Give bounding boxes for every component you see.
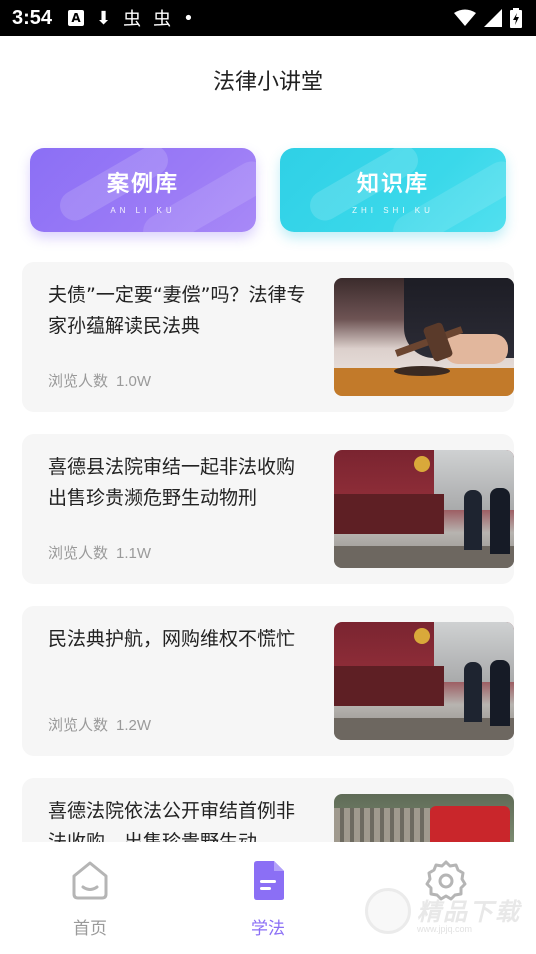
knowledge-library-pinyin: ZHI SHI KU [352, 205, 434, 215]
article-card[interactable]: 民法典护航，网购维权不慌忙 浏览人数 1.2W [22, 606, 514, 756]
article-title: 夫债”一定要“妻偿”吗？法律专家孙蕴解读民法典 [48, 284, 306, 337]
tab-study-law[interactable]: 学法 [218, 858, 318, 939]
status-system-icons [454, 8, 522, 28]
page-title: 法律小讲堂 [212, 70, 323, 95]
a-box-icon: A [68, 10, 85, 26]
case-library-pinyin: AN LI KU [110, 205, 176, 215]
home-icon [72, 861, 108, 900]
tab-study-label: 学法 [251, 919, 285, 939]
download-icon: ⬇ [96, 7, 112, 29]
article-thumbnail [334, 622, 514, 740]
article-thumbnail [334, 278, 514, 396]
article-title: 喜德县法院审结一起非法收购出售珍贵濒危野生动物刑 [48, 456, 296, 509]
status-notification-icons: A ⬇ 虫 虫 • [68, 5, 194, 31]
views-label: 浏览人数 [48, 716, 109, 734]
tab-home-label: 首页 [73, 919, 107, 939]
article-thumbnail [334, 450, 514, 568]
views-label: 浏览人数 [48, 372, 109, 390]
battery-icon [510, 8, 522, 28]
article-list[interactable]: 夫债”一定要“妻偿”吗？法律专家孙蕴解读民法典 浏览人数 1.0W 喜德县法院审结… [22, 262, 514, 842]
views-count: 1.0W [116, 373, 152, 390]
article-views: 浏览人数 1.2W [48, 714, 151, 735]
case-library-button[interactable]: 案例库 AN LI KU [30, 148, 256, 232]
article-views: 浏览人数 1.1W [48, 542, 151, 563]
case-library-label: 案例库 [106, 171, 179, 197]
signal-icon [484, 9, 502, 27]
article-card[interactable]: 喜德县法院审结一起非法收购出售珍贵濒危野生动物刑 浏览人数 1.1W [22, 434, 514, 584]
bug-icon: 虫 [153, 9, 172, 30]
article-title: 民法典护航，网购维权不慌忙 [48, 628, 296, 650]
article-card[interactable]: 喜德法院依法公开审结首例非法收购、出售珍贵野生动 [22, 778, 514, 842]
status-bar: 3:54 A ⬇ 虫 虫 • [0, 0, 536, 36]
article-thumbnail [334, 794, 514, 842]
views-label: 浏览人数 [48, 544, 109, 562]
bug-icon: 虫 [123, 9, 142, 30]
status-time: 3:54 [12, 6, 53, 29]
document-icon [254, 861, 284, 900]
views-count: 1.2W [116, 717, 152, 734]
watermark-logo [365, 888, 411, 934]
article-title: 喜德法院依法公开审结首例非法收购、出售珍贵野生动 [48, 800, 296, 842]
article-card[interactable]: 夫债”一定要“妻偿”吗？法律专家孙蕴解读民法典 浏览人数 1.0W [22, 262, 514, 412]
knowledge-library-button[interactable]: 知识库 ZHI SHI KU [280, 148, 506, 232]
wifi-icon [454, 9, 476, 26]
watermark-url: www.jpjq.com [417, 924, 473, 934]
watermark-text: 精品下载 [417, 898, 521, 926]
knowledge-library-label: 知识库 [356, 171, 429, 197]
views-count: 1.1W [116, 545, 152, 562]
site-watermark: 精品下载 www.jpjq.com [365, 882, 530, 942]
dot-icon: • [183, 7, 194, 29]
tab-home[interactable]: 首页 [40, 858, 140, 939]
article-views: 浏览人数 1.0W [48, 370, 151, 391]
